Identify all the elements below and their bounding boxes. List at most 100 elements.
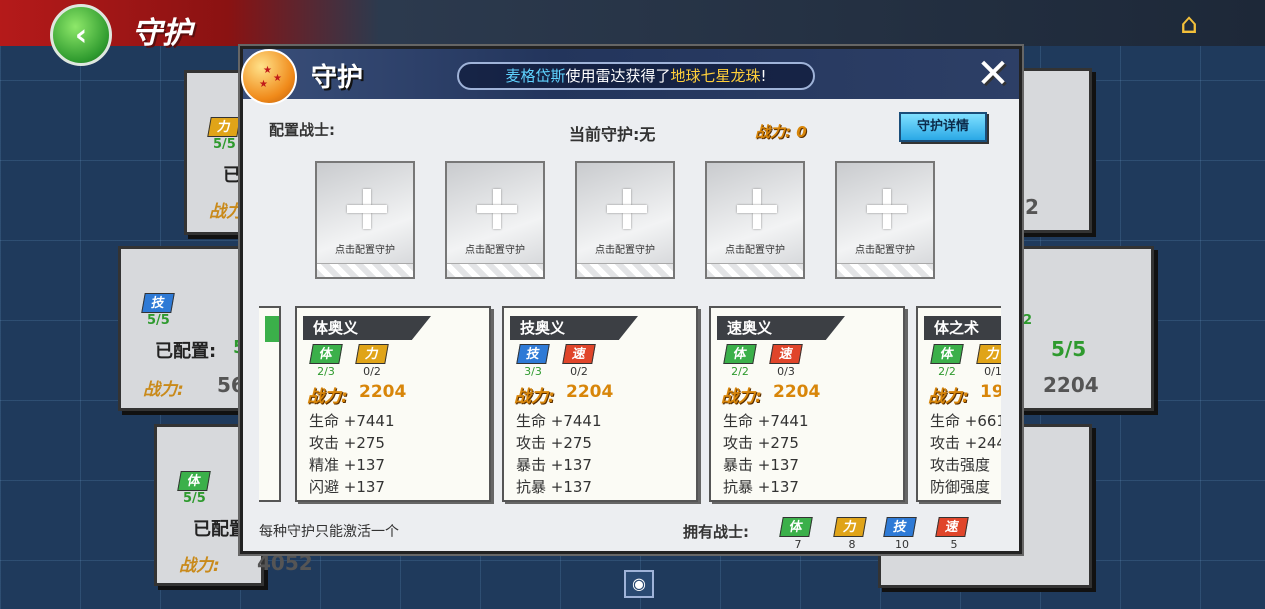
owned-count: 8 [848, 538, 856, 551]
owned-su: 速 5 [935, 517, 971, 551]
ti-type-icon: 体 [723, 344, 757, 364]
background-value: 2 [1025, 195, 1039, 219]
power-display: 战力: 0 [755, 121, 807, 142]
card-power-label: 战力: [514, 387, 555, 407]
back-button[interactable]: ‹ [50, 4, 112, 66]
ti-type-icon: 体 [309, 344, 343, 364]
plus-icon [477, 189, 517, 229]
guard-slot[interactable]: 点击配置守护 [575, 161, 675, 279]
owned-ji: 技 10 [883, 517, 919, 551]
card-power-label: 战力: [721, 387, 762, 407]
background-label: 已 [223, 165, 241, 186]
power-value: 0 [796, 123, 807, 141]
footer-note: 每种守护只能激活一个 [259, 524, 399, 540]
slot-text: 点击配置守护 [465, 245, 525, 256]
guard-slot[interactable]: 点击配置守护 [835, 161, 935, 279]
back-arrow-icon: ‹ [74, 17, 88, 53]
guard-slot[interactable]: 点击配置守护 [705, 161, 805, 279]
card-attr: 暴击 +137 [516, 456, 592, 474]
requirement-count: 3/3 [524, 365, 542, 378]
background-power-label: 战力: [143, 380, 184, 400]
guard-slot[interactable]: 点击配置守护 [445, 161, 545, 279]
card-power-label: 战力: [928, 387, 969, 407]
background-power: 2204 [1043, 373, 1099, 397]
ti-type-icon: 体 [177, 471, 211, 491]
card-attr: 生命 +7441 [723, 412, 809, 430]
background-card: 2 [1016, 68, 1092, 233]
eye-button[interactable]: ◉ [624, 570, 654, 598]
ji-type-icon: 技 [516, 344, 550, 364]
notice-end: ! [760, 67, 767, 85]
background-count: 5/5 [213, 137, 236, 152]
background-label: 已配置 [193, 519, 247, 540]
card-attr: 攻击强度 [930, 456, 991, 474]
config-label: 配置战士: [269, 121, 335, 139]
slot-text: 点击配置守护 [335, 245, 395, 256]
li-type-icon: 力 [355, 344, 389, 364]
home-button[interactable]: ⌂ [1169, 6, 1209, 42]
home-icon: ⌂ [1180, 7, 1198, 40]
background-count: 5/5 [183, 491, 206, 506]
notice-player-name: 麦格岱斯 [505, 67, 566, 85]
guard-slot[interactable]: 点击配置守护 [315, 161, 415, 279]
card-title: 体奥义 [303, 316, 431, 340]
card-attr: 暴击 +137 [723, 456, 799, 474]
su-type-icon: 速 [935, 517, 969, 537]
card-attr: 抗暴 +137 [516, 478, 592, 496]
card-attr: 攻击 +275 [309, 434, 385, 452]
ti-type-icon: 体 [779, 517, 813, 537]
guard-card-partial[interactable] [259, 306, 281, 502]
card-attr: 抗暴 +137 [723, 478, 799, 496]
plus-icon [607, 189, 647, 229]
requirement-count: 0/1 [984, 365, 1001, 378]
modal-title: 守护 [311, 63, 364, 93]
su-type-icon: 速 [562, 344, 596, 364]
power-label: 战力: [755, 123, 791, 141]
notice-text: 使用雷达获得了 [565, 67, 671, 85]
card-attr: 生命 +7441 [516, 412, 602, 430]
li-type-icon: 力 [833, 517, 867, 537]
requirement-count: 0/2 [570, 365, 588, 378]
card-power: 19 [980, 382, 1001, 402]
guard-modal: ★ ★ ★ 守护 麦格岱斯使用雷达获得了地球七星龙珠! ✕ 配置战士: 当前守护… [240, 46, 1022, 554]
plus-icon [737, 189, 777, 229]
guard-card[interactable]: 技奥义 技 3/3 速 0/2 战力: 2204 生命 +7441 攻击 +27… [502, 306, 698, 502]
owned-label: 拥有战士: [683, 523, 749, 541]
eye-icon: ◉ [632, 574, 646, 593]
card-attr: 攻击 +244 [930, 434, 1001, 452]
guard-card[interactable]: 速奥义 体 2/2 速 0/3 战力: 2204 生命 +7441 攻击 +27… [709, 306, 905, 502]
slot-text: 点击配置守护 [725, 245, 785, 256]
ti-type-icon: 体 [930, 344, 964, 364]
requirement-count: 2/3 [317, 365, 335, 378]
card-attr: 攻击 +275 [723, 434, 799, 452]
background-card: 2 5/5 2204 [1016, 246, 1154, 411]
background-value: 5/5 [1051, 337, 1087, 361]
owned-ti: 体 7 [779, 517, 815, 551]
guard-detail-button[interactable]: 守护详情 [899, 112, 987, 142]
card-title: 速奥义 [717, 316, 845, 340]
card-title: 体之术 [924, 316, 1001, 340]
notice-item-name: 地球七星龙珠 [670, 67, 761, 85]
li-type-icon: 力 [207, 117, 241, 137]
guard-card[interactable]: 体奥义 体 2/3 力 0/2 战力: 2204 生命 +7441 攻击 +27… [295, 306, 491, 502]
guard-card[interactable]: 体之术 体 2/2 力 0/1 战力: 19 生命 +661 攻击 +244 攻… [916, 306, 1001, 502]
card-attr: 生命 +661 [930, 412, 1001, 430]
owned-count: 7 [794, 538, 802, 551]
owned-li: 力 8 [833, 517, 869, 551]
background-power-label: 战力: [179, 556, 220, 576]
card-power: 2204 [773, 382, 821, 402]
guard-card-list[interactable]: 体奥义 体 2/3 力 0/2 战力: 2204 生命 +7441 攻击 +27… [259, 304, 1001, 504]
requirement-count: 0/3 [777, 365, 795, 378]
card-power: 2204 [359, 382, 407, 402]
close-button[interactable]: ✕ [971, 53, 1015, 95]
requirement-count: 0/2 [363, 365, 381, 378]
owned-count: 10 [895, 538, 909, 551]
current-guard: 当前守护:无 [569, 125, 656, 144]
card-attr: 精准 +137 [309, 456, 385, 474]
background-count: 2 [1023, 313, 1033, 328]
owned-count: 5 [950, 538, 958, 551]
card-attr: 攻击 +275 [516, 434, 592, 452]
ji-type-icon: 技 [141, 293, 175, 313]
slot-text: 点击配置守护 [595, 245, 655, 256]
card-power: 2204 [566, 382, 614, 402]
